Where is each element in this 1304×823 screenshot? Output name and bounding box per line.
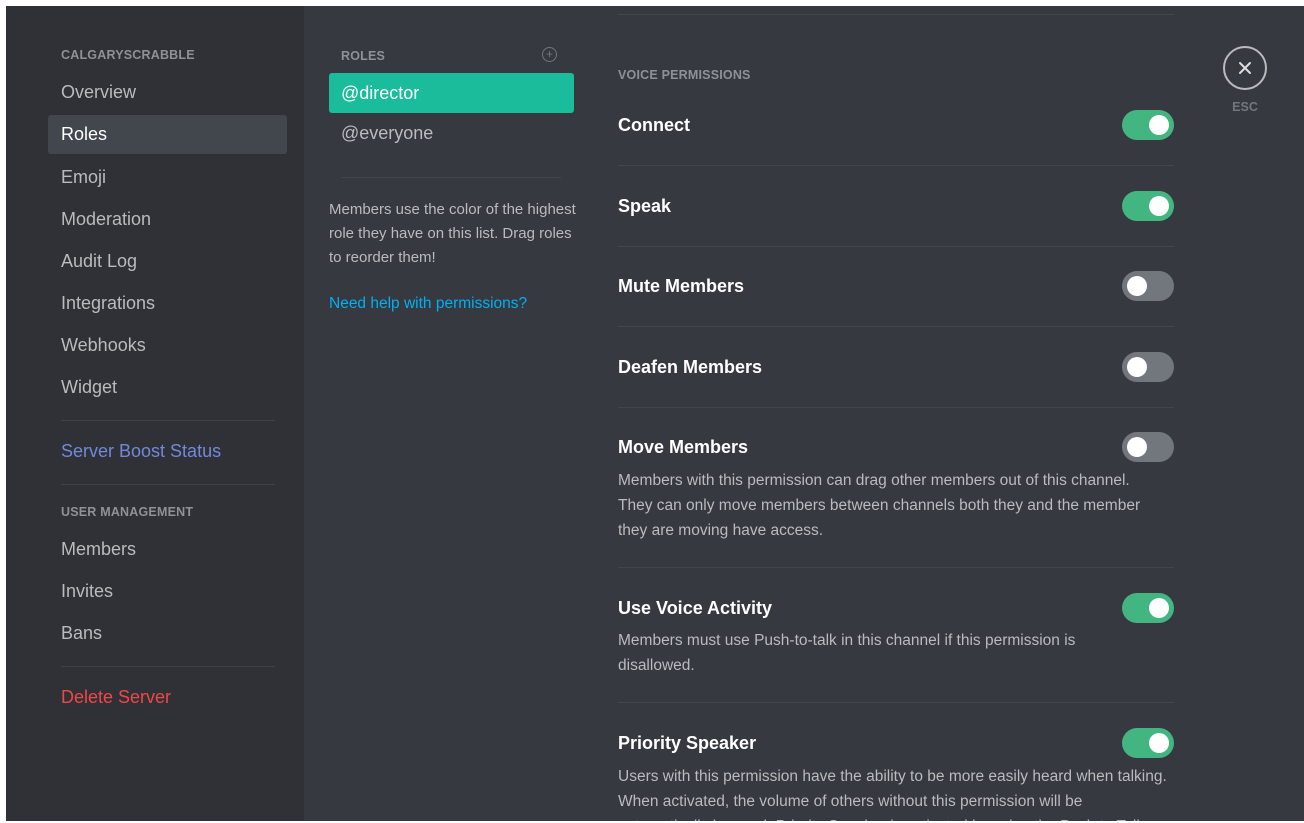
permissions-panel: VOICE PERMISSIONS Connect Speak Mute Mem… bbox=[618, 6, 1174, 821]
row-divider bbox=[618, 246, 1174, 247]
toggle-knob bbox=[1149, 196, 1169, 216]
toggle-knob bbox=[1127, 437, 1147, 457]
sidebar-item-server-boost-status[interactable]: Server Boost Status bbox=[48, 432, 287, 471]
plus-circle-icon[interactable]: + bbox=[542, 47, 557, 62]
permission-toggle-speak[interactable] bbox=[1122, 191, 1174, 221]
sidebar-divider bbox=[61, 666, 275, 667]
roles-heading: ROLES bbox=[341, 49, 386, 63]
sidebar-item-integrations[interactable]: Integrations bbox=[48, 284, 287, 323]
permission-title: Use Voice Activity bbox=[618, 598, 773, 618]
permission-title: Connect bbox=[618, 115, 690, 135]
close-button[interactable] bbox=[1223, 46, 1267, 90]
permission-title: Move Members bbox=[618, 437, 749, 457]
settings-window: CALGARYSCRABBLE Overview Roles Emoji Mod… bbox=[6, 6, 1304, 821]
row-divider bbox=[618, 407, 1174, 408]
sidebar-divider bbox=[61, 484, 275, 485]
permission-description: Members with this permission can drag ot… bbox=[618, 472, 1141, 539]
sidebar-item-invites[interactable]: Invites bbox=[48, 572, 287, 611]
toggle-knob bbox=[1127, 276, 1147, 296]
user-management-heading: USER MANAGEMENT bbox=[61, 505, 194, 519]
permission-title: Mute Members bbox=[618, 276, 745, 296]
sidebar-item-widget[interactable]: Widget bbox=[48, 368, 287, 407]
row-divider bbox=[618, 165, 1174, 166]
sidebar-divider bbox=[61, 420, 275, 421]
row-divider bbox=[618, 702, 1174, 703]
toggle-knob bbox=[1149, 598, 1169, 618]
roles-description: Members use the color of the highest rol… bbox=[329, 201, 576, 266]
toggle-knob bbox=[1149, 733, 1169, 753]
sidebar-item-bans[interactable]: Bans bbox=[48, 614, 287, 653]
sidebar-item-moderation[interactable]: Moderation bbox=[48, 200, 287, 239]
permissions-help-link[interactable]: Need help with permissions? bbox=[329, 295, 527, 313]
role-item-director[interactable]: @director bbox=[329, 73, 574, 113]
toggle-knob bbox=[1149, 115, 1169, 135]
permission-toggle-priority-speaker[interactable] bbox=[1122, 728, 1174, 758]
sidebar-item-members[interactable]: Members bbox=[48, 530, 287, 569]
permission-description: Users with this permission have the abil… bbox=[618, 768, 1167, 821]
permission-description: Members must use Push-to-talk in this ch… bbox=[618, 632, 1076, 674]
permission-toggle-mute-members[interactable] bbox=[1122, 271, 1174, 301]
sidebar-item-roles[interactable]: Roles bbox=[48, 115, 287, 154]
permission-toggle-connect[interactable] bbox=[1122, 110, 1174, 140]
sidebar-item-emoji[interactable]: Emoji bbox=[48, 158, 287, 197]
close-icon bbox=[1239, 62, 1251, 74]
voice-permissions-heading: VOICE PERMISSIONS bbox=[618, 68, 751, 82]
permission-toggle-deafen-members[interactable] bbox=[1122, 352, 1174, 382]
sidebar-item-webhooks[interactable]: Webhooks bbox=[48, 326, 287, 365]
permission-title: Deafen Members bbox=[618, 357, 763, 377]
esc-label: ESC bbox=[1232, 100, 1258, 114]
permission-title: Priority Speaker bbox=[618, 733, 757, 753]
roles-divider bbox=[341, 177, 561, 178]
row-divider bbox=[618, 326, 1174, 327]
toggle-knob bbox=[1127, 357, 1147, 377]
permission-title: Speak bbox=[618, 196, 672, 216]
section-divider bbox=[618, 14, 1174, 15]
permission-toggle-move-members[interactable] bbox=[1122, 432, 1174, 462]
sidebar-item-overview[interactable]: Overview bbox=[48, 73, 287, 112]
role-item-everyone[interactable]: @everyone bbox=[329, 113, 574, 153]
sidebar-item-delete-server[interactable]: Delete Server bbox=[48, 678, 287, 717]
permission-toggle-use-voice-activity[interactable] bbox=[1122, 593, 1174, 623]
settings-sidebar: CALGARYSCRABBLE Overview Roles Emoji Mod… bbox=[6, 6, 304, 821]
sidebar-item-audit-log[interactable]: Audit Log bbox=[48, 242, 287, 281]
server-name-heading: CALGARYSCRABBLE bbox=[61, 48, 195, 62]
row-divider bbox=[618, 567, 1174, 568]
